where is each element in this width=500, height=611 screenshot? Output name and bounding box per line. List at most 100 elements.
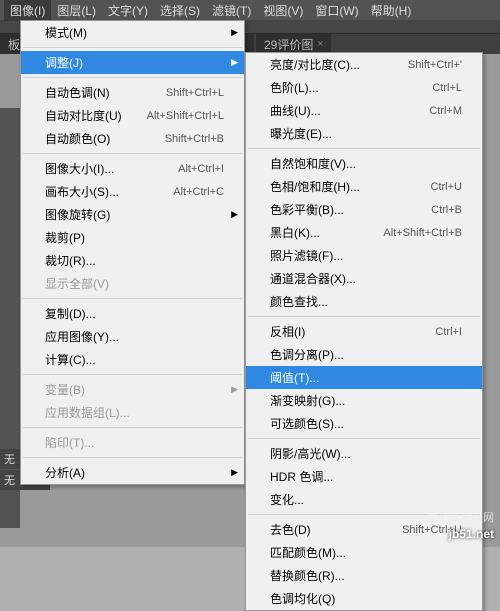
menu-item-label: 曝光度(E)... bbox=[270, 125, 332, 142]
menu-item-label: 图像大小(I)... bbox=[45, 160, 114, 177]
shortcut: Alt+Shift+Ctrl+L bbox=[147, 110, 224, 122]
menu-item[interactable]: 颜色查找... bbox=[246, 290, 482, 313]
menu-item: 应用数据组(L)... bbox=[21, 401, 244, 424]
menubar: 图像(I)图层(L)文字(Y)选择(S)滤镜(T)视图(V)窗口(W)帮助(H) bbox=[0, 0, 500, 20]
separator bbox=[23, 47, 242, 48]
menu-item[interactable]: 分析(A)▶ bbox=[21, 461, 244, 484]
menu-item-label: 色调均化(Q) bbox=[270, 590, 335, 607]
menu-item[interactable]: 模式(M) ▶ bbox=[21, 21, 244, 44]
separator bbox=[23, 427, 242, 428]
menu-item[interactable]: 黑白(K)...Alt+Shift+Ctrl+B bbox=[246, 221, 482, 244]
menu-item[interactable]: 曲线(U)... Ctrl+M bbox=[246, 99, 482, 122]
menu-视图[interactable]: 视图(V) bbox=[257, 0, 309, 21]
separator bbox=[23, 374, 242, 375]
shortcut: Ctrl+B bbox=[431, 204, 462, 216]
watermark: jb51.net bbox=[449, 525, 494, 543]
menu-item[interactable]: 通道混合器(X)... bbox=[246, 267, 482, 290]
menu-item-label: 模式(M) bbox=[45, 24, 87, 41]
menu-item-label: 替换颜色(R)... bbox=[270, 567, 345, 584]
shortcut: Alt+Ctrl+I bbox=[178, 163, 224, 175]
menu-item[interactable]: 图像大小(I)... Alt+Ctrl+I bbox=[21, 157, 244, 180]
menu-item[interactable]: 色调均化(Q) bbox=[246, 587, 482, 610]
menu-选择[interactable]: 选择(S) bbox=[154, 0, 206, 21]
menu-item[interactable]: 可选颜色(S)... bbox=[246, 412, 482, 435]
menu-滤镜[interactable]: 滤镜(T) bbox=[206, 0, 257, 21]
menu-窗口[interactable]: 窗口(W) bbox=[309, 0, 364, 21]
menu-item[interactable]: 匹配颜色(M)... bbox=[246, 541, 482, 564]
menu-item-label: 色相/饱和度(H)... bbox=[270, 178, 360, 195]
menu-item-label: 裁切(R)... bbox=[45, 252, 96, 269]
menu-item[interactable]: 调整(J)▶ bbox=[21, 51, 244, 74]
menu-item[interactable]: 色相/饱和度(H)... Ctrl+U bbox=[246, 175, 482, 198]
menu-item[interactable]: 自动色调(N)Shift+Ctrl+L bbox=[21, 81, 244, 104]
menu-item-label: 颜色查找... bbox=[270, 293, 328, 310]
menu-item[interactable]: 渐变映射(G)... bbox=[246, 389, 482, 412]
menu-item[interactable]: 画布大小(S)...Alt+Ctrl+C bbox=[21, 180, 244, 203]
menu-item[interactable]: 色彩平衡(B)... Ctrl+B bbox=[246, 198, 482, 221]
shortcut: Shift+Ctrl+B bbox=[165, 133, 224, 145]
menu-帮助[interactable]: 帮助(H) bbox=[365, 0, 418, 21]
shortcut: Shift+Ctrl+L bbox=[166, 87, 224, 99]
menu-item-label: 裁剪(P) bbox=[45, 229, 85, 246]
menu-item-label: 画布大小(S)... bbox=[45, 183, 119, 200]
menu-item[interactable]: 自动颜色(O)Shift+Ctrl+B bbox=[21, 127, 244, 150]
menu-item[interactable]: 自动对比度(U) Alt+Shift+Ctrl+L bbox=[21, 104, 244, 127]
separator bbox=[248, 148, 480, 149]
menu-item-label: 通道混合器(X)... bbox=[270, 270, 356, 287]
menu-item[interactable]: 裁剪(P) bbox=[21, 226, 244, 249]
menu-item[interactable]: 亮度/对比度(C)... Shift+Ctrl+' bbox=[246, 53, 482, 76]
menu-item-label: 阈值(T)... bbox=[270, 369, 319, 386]
menu-item-label: 应用数据组(L)... bbox=[45, 404, 130, 421]
menu-item[interactable]: 图像旋转(G)▶ bbox=[21, 203, 244, 226]
watermark-brand: 哲字典 教程网 bbox=[425, 509, 494, 525]
submenu-arrow-icon: ▶ bbox=[231, 384, 238, 395]
menu-item-label: 自动对比度(U) bbox=[45, 107, 122, 124]
menu-item: 显示全部(V) bbox=[21, 272, 244, 295]
menu-item-label: 可选颜色(S)... bbox=[270, 415, 344, 432]
separator bbox=[23, 77, 242, 78]
shortcut: Shift+Ctrl+' bbox=[408, 59, 462, 71]
submenu-arrow-icon: ▶ bbox=[231, 209, 238, 220]
separator bbox=[248, 438, 480, 439]
menu-item: 陷印(T)... bbox=[21, 431, 244, 454]
menu-图层[interactable]: 图层(L) bbox=[51, 0, 102, 21]
menu-item-label: 自然饱和度(V)... bbox=[270, 155, 356, 172]
menu-item[interactable]: 阈值(T)... bbox=[246, 366, 482, 389]
menu-item-label: 亮度/对比度(C)... bbox=[270, 56, 360, 73]
menu-item[interactable]: 阴影/高光(W)... bbox=[246, 442, 482, 465]
document-tab[interactable]: 29评价图 × bbox=[256, 34, 331, 54]
menu-item[interactable]: 替换颜色(R)... bbox=[246, 564, 482, 587]
menu-item-label: 反相(I) bbox=[270, 323, 305, 340]
image-menu: 模式(M) ▶ 调整(J)▶ 自动色调(N)Shift+Ctrl+L 自动对比度(U) A… bbox=[20, 20, 245, 485]
submenu-arrow-icon: ▶ bbox=[231, 27, 238, 38]
shortcut: Alt+Shift+Ctrl+B bbox=[383, 227, 462, 239]
menu-item-label: 色彩平衡(B)... bbox=[270, 201, 344, 218]
adjustments-submenu: 亮度/对比度(C)...Shift+Ctrl+'色阶(L)...Ctrl+L曲线… bbox=[245, 52, 483, 611]
menu-item[interactable]: 反相(I) Ctrl+I bbox=[246, 320, 482, 343]
menu-item-label: 色调分离(P)... bbox=[270, 346, 344, 363]
shortcut: Ctrl+I bbox=[435, 326, 462, 338]
menu-item-label: 显示全部(V) bbox=[45, 275, 109, 292]
shortcut: Ctrl+U bbox=[431, 181, 462, 193]
menu-item-label: 色阶(L)... bbox=[270, 79, 319, 96]
close-icon[interactable]: × bbox=[317, 39, 323, 50]
menu-item[interactable]: 照片滤镜(F)... bbox=[246, 244, 482, 267]
menu-item[interactable]: 自然饱和度(V)... bbox=[246, 152, 482, 175]
menu-文字[interactable]: 文字(Y) bbox=[102, 0, 154, 21]
separator bbox=[23, 457, 242, 458]
menu-item[interactable]: 色调分离(P)... bbox=[246, 343, 482, 366]
tab-label: 29评价图 bbox=[264, 36, 313, 53]
menu-item[interactable]: 裁切(R)... bbox=[21, 249, 244, 272]
menu-item[interactable]: 计算(C)... bbox=[21, 348, 244, 371]
menu-item[interactable]: 变化... bbox=[246, 488, 482, 511]
separator bbox=[23, 153, 242, 154]
menu-item[interactable]: 色阶(L)...Ctrl+L bbox=[246, 76, 482, 99]
menu-item-label: 曲线(U)... bbox=[270, 102, 321, 119]
menu-item[interactable]: 应用图像(Y)... bbox=[21, 325, 244, 348]
menu-item[interactable]: 曝光度(E)... bbox=[246, 122, 482, 145]
menu-item[interactable]: HDR 色调... bbox=[246, 465, 482, 488]
menu-item[interactable]: 复制(D)... bbox=[21, 302, 244, 325]
menu-图像[interactable]: 图像(I) bbox=[4, 0, 51, 21]
shortcut: Ctrl+M bbox=[429, 105, 462, 117]
separator bbox=[248, 316, 480, 317]
